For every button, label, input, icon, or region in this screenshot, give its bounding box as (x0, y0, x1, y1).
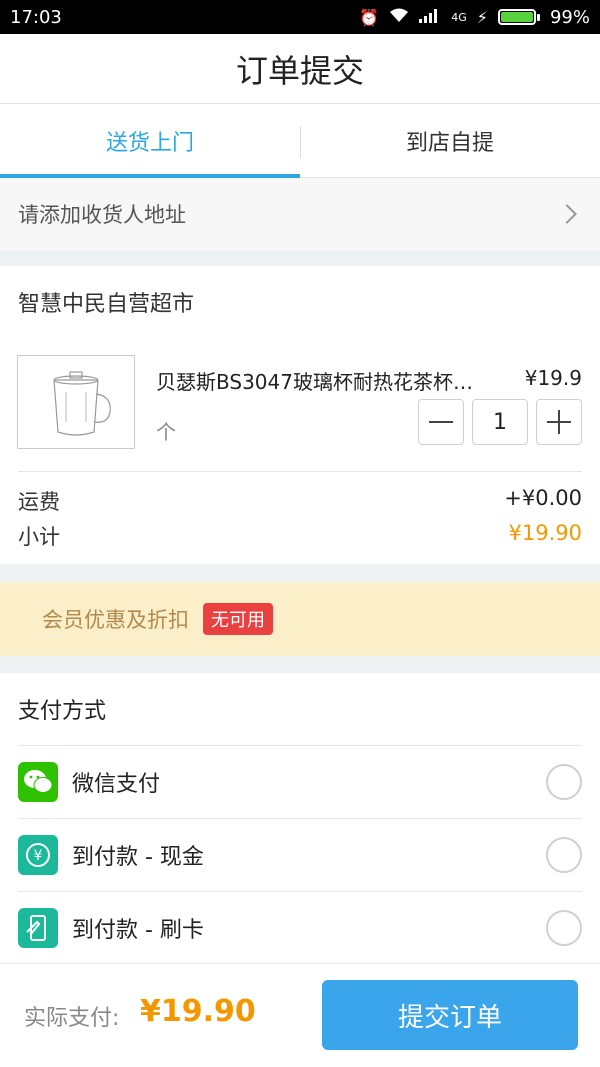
tab-label: 到店自提 (405, 130, 494, 156)
plus-icon (547, 410, 571, 434)
card-icon (18, 908, 58, 948)
unit-icon: 个 (156, 420, 176, 444)
shipping-row: 运费 +¥0.00 (18, 486, 582, 516)
network-type: 4G (451, 10, 467, 24)
payment-option-cash[interactable]: ¥ 到付款 - 现金 (18, 818, 582, 891)
cash-icon: ¥ (18, 835, 58, 875)
actual-payment-label: 实际支付: (24, 1006, 120, 1031)
product-image[interactable] (17, 355, 135, 449)
payment-radio[interactable] (546, 764, 582, 800)
submit-order-button[interactable]: 提交订单 (322, 980, 578, 1050)
status-time: 17:03 (10, 6, 62, 28)
address-placeholder: 请添加收货人地址 (18, 203, 186, 227)
battery-icon (497, 9, 540, 25)
payment-option-card[interactable]: 到付款 - 刷卡 (18, 891, 582, 964)
quantity-value[interactable]: 1 (472, 399, 528, 445)
charging-icon: ⚡ (476, 7, 488, 27)
subtotal-row: 小计 ¥19.90 (18, 521, 582, 551)
divider (18, 471, 582, 472)
wifi-icon (389, 7, 409, 27)
member-discount-label: 会员优惠及折扣 (42, 608, 189, 632)
subtotal-label: 小计 (18, 525, 60, 549)
member-discount-row[interactable]: 会员优惠及折扣 无可用 (0, 582, 600, 656)
payment-section: 支付方式 微信支付 ¥ 到付款 - 现金 到付款 - 刷卡 (0, 673, 600, 963)
glass-cup-icon (53, 371, 111, 436)
signal-icon (419, 8, 441, 27)
payment-radio[interactable] (546, 910, 582, 946)
payment-title: 支付方式 (18, 699, 107, 724)
payment-label: 到付款 - 刷卡 (72, 918, 204, 943)
store-name: 智慧中民自营超市 (18, 292, 195, 317)
payment-radio[interactable] (546, 837, 582, 873)
page-header: 订单提交 (0, 34, 600, 104)
product-name[interactable]: 贝瑟斯BS3047玻璃杯耐热花茶杯… (156, 366, 473, 395)
status-badge: 无可用 (203, 603, 273, 635)
wechat-icon (18, 762, 58, 802)
decrease-button[interactable] (418, 399, 464, 445)
quantity-stepper: 1 (418, 399, 582, 445)
payment-label: 到付款 - 现金 (72, 845, 204, 870)
battery-percent: 99% (549, 6, 590, 28)
actual-payment-value: ¥19.90 (140, 994, 256, 1029)
product-price: ¥19.9 (524, 366, 582, 390)
tab-home-delivery[interactable]: 送货上门 (0, 104, 300, 178)
status-icons: ⏰ 4G ⚡ 99% (359, 7, 590, 28)
subtotal-value: ¥19.90 (508, 521, 582, 545)
svg-text:¥: ¥ (34, 848, 43, 864)
payment-label: 微信支付 (72, 772, 161, 797)
chevron-right-icon (557, 204, 577, 224)
payment-option-wechat[interactable]: 微信支付 (18, 745, 582, 818)
alarm-icon: ⏰ (359, 7, 380, 27)
tab-label: 送货上门 (105, 130, 194, 156)
status-bar: 17:03 ⏰ 4G ⚡ 99% (0, 0, 600, 34)
add-address-row[interactable]: 请添加收货人地址 (0, 178, 600, 250)
minus-icon (429, 421, 453, 423)
shipping-value: +¥0.00 (504, 486, 582, 510)
store-section: 智慧中民自营超市 贝瑟斯BS3047玻璃杯耐热花茶杯… ¥19.9 个 1 运费… (0, 266, 600, 564)
increase-button[interactable] (536, 399, 582, 445)
page-title: 订单提交 (235, 51, 364, 90)
bottom-bar: 实际支付: ¥19.90 提交订单 (0, 963, 600, 1067)
shipping-label: 运费 (18, 490, 60, 514)
tab-store-pickup[interactable]: 到店自提 (300, 104, 600, 177)
delivery-tabs: 送货上门 到店自提 (0, 104, 600, 178)
